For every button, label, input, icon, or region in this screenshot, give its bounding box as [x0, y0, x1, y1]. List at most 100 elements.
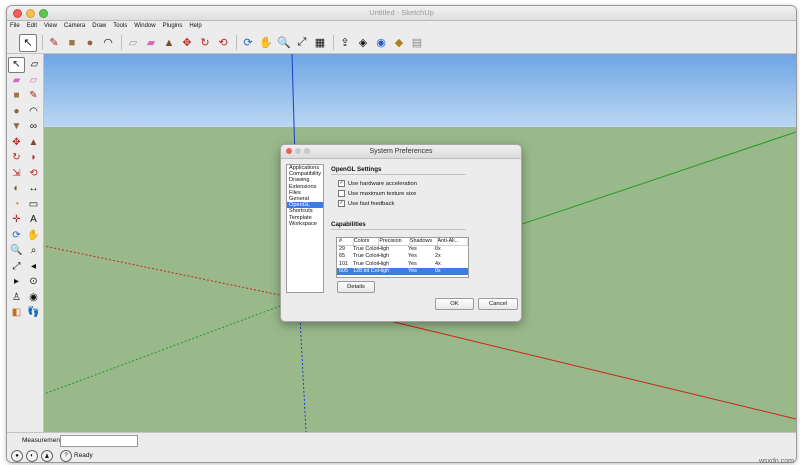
cancel-button[interactable]: Cancel — [478, 298, 518, 310]
pencil-icon[interactable]: ✎ — [46, 35, 62, 51]
table-cell: 29 — [339, 246, 345, 253]
tape-measure-icon[interactable]: ◐ — [9, 182, 24, 196]
paint-icon[interactable]: ▱ — [26, 73, 41, 87]
column-header[interactable]: Colors — [354, 238, 380, 246]
menu-draw[interactable]: Draw — [92, 21, 106, 31]
table-row[interactable]: 65 True Color High Yes 2x — [337, 253, 468, 260]
walk-icon[interactable]: ♙ — [9, 290, 24, 304]
column-header[interactable]: Precision — [379, 238, 410, 246]
menu-plugins[interactable]: Plugins — [163, 21, 183, 31]
zoom-extents-icon[interactable]: ⤢ — [294, 35, 310, 51]
circle-icon[interactable]: ● — [9, 104, 24, 118]
zoom-window-button[interactable] — [39, 9, 48, 18]
zoom-icon[interactable]: 🔍 — [276, 35, 292, 51]
arc-icon[interactable]: ◠ — [100, 35, 116, 51]
extension-warehouse-icon[interactable]: ◉ — [373, 35, 389, 51]
geo-location-icon[interactable]: ● — [11, 450, 23, 462]
offset-icon[interactable]: ⟲ — [26, 166, 41, 180]
max-texture-size-option[interactable]: Use maximum texture size — [338, 190, 416, 197]
axes-icon[interactable]: ✛ — [9, 213, 24, 227]
look-around-icon[interactable]: ◉ — [26, 290, 41, 304]
pan-icon[interactable]: ✋ — [258, 35, 274, 51]
measurements-label: Measurements — [22, 437, 65, 444]
menu-tools[interactable]: Tools — [113, 21, 127, 31]
push-pull-icon[interactable]: ▲ — [26, 135, 41, 149]
column-header[interactable]: Anti-Ali... — [438, 238, 469, 246]
section-plane-icon[interactable]: ◧ — [9, 306, 24, 320]
column-header[interactable]: # — [337, 238, 354, 246]
styles-icon[interactable]: ◆ — [391, 35, 407, 51]
offset-icon[interactable]: ⟲ — [215, 35, 231, 51]
hardware-acceleration-checkbox[interactable]: ✓ — [338, 180, 345, 187]
details-button[interactable]: Details — [337, 281, 375, 293]
select-icon[interactable]: ↖ — [19, 33, 37, 52]
measurements-input[interactable] — [60, 435, 138, 447]
freehand-icon[interactable]: ∞ — [26, 120, 41, 134]
dialog-zoom-button[interactable] — [304, 148, 310, 154]
previous-view-icon[interactable]: ◂ — [26, 259, 41, 273]
dialog-minimize-button[interactable] — [295, 148, 301, 154]
dimension-icon[interactable]: ↔ — [26, 182, 41, 196]
orbit-icon[interactable]: ⟳ — [9, 228, 24, 242]
menu-camera[interactable]: Camera — [64, 21, 85, 31]
credits-icon[interactable]: ◐ — [26, 450, 38, 462]
max-texture-size-checkbox[interactable] — [338, 190, 345, 197]
circle-icon[interactable]: ● — [82, 35, 98, 51]
menu-view[interactable]: View — [44, 21, 57, 31]
table-row-selected[interactable]: 605 128 bit Col High Yes 0x — [337, 267, 468, 275]
eraser-icon[interactable]: ▰ — [9, 73, 24, 87]
component-icon[interactable]: ▱ — [27, 58, 42, 72]
share-model-icon[interactable]: ⇪ — [337, 35, 353, 51]
position-camera-icon[interactable]: ⊙ — [26, 275, 41, 289]
rotate-icon[interactable]: ↻ — [197, 35, 213, 51]
help-icon[interactable]: ? — [60, 450, 72, 462]
minimize-window-button[interactable] — [26, 9, 35, 18]
polygon-icon[interactable]: ▼ — [9, 120, 24, 134]
zoom-extents-icon[interactable]: ⤢ — [9, 259, 24, 273]
pan-icon[interactable]: ✋ — [26, 228, 41, 242]
select-icon[interactable]: ↖ — [8, 56, 25, 73]
rectangle-icon[interactable]: ■ — [9, 89, 24, 103]
paint-bucket-icon[interactable]: ▰ — [143, 35, 159, 51]
menu-edit[interactable]: Edit — [27, 21, 37, 31]
hardware-acceleration-option[interactable]: ✓ Use hardware acceleration — [338, 180, 417, 187]
rectangle-icon[interactable]: ■ — [64, 35, 80, 51]
table-cell: High — [378, 246, 390, 253]
category-workspace[interactable]: Workspace — [287, 221, 323, 227]
close-window-button[interactable] — [13, 9, 22, 18]
scale-icon[interactable]: ⇲ — [9, 166, 24, 180]
table-cell: True Color — [353, 253, 378, 260]
menu-window[interactable]: Window — [134, 21, 155, 31]
footprint-icon[interactable]: 👣 — [26, 306, 41, 320]
menu-help[interactable]: Help — [189, 21, 201, 31]
table-row[interactable]: 101 True Color High Yes 4x — [337, 261, 468, 268]
protractor-icon[interactable]: ◔ — [9, 197, 24, 211]
move-icon[interactable]: ✥ — [179, 35, 195, 51]
3d-text-icon[interactable]: A — [26, 213, 41, 227]
section-divider — [331, 229, 466, 230]
eraser-icon[interactable]: ▱ — [125, 35, 141, 51]
orbit-icon[interactable]: ⟳ — [240, 35, 256, 51]
get-models-icon[interactable]: ▦ — [312, 35, 328, 51]
rotate-icon[interactable]: ↻ — [9, 151, 24, 165]
fast-feedback-checkbox[interactable]: ✓ — [338, 200, 345, 207]
push-pull-icon[interactable]: ▲ — [161, 35, 177, 51]
dialog-title-bar: System Preferences — [281, 145, 521, 159]
zoom-window-icon[interactable]: ⌕ — [26, 244, 41, 258]
text-icon[interactable]: ▭ — [26, 197, 41, 211]
zoom-icon[interactable]: 🔍 — [9, 244, 24, 258]
table-row[interactable]: 29 True Color High Yes 0x — [337, 246, 468, 253]
menu-file[interactable]: File — [10, 21, 20, 31]
layers-icon[interactable]: ▤ — [409, 35, 425, 51]
arc-icon[interactable]: ◠ — [26, 104, 41, 118]
next-view-icon[interactable]: ▸ — [9, 275, 24, 289]
line-icon[interactable]: ✎ — [26, 89, 41, 103]
move-icon[interactable]: ✥ — [9, 135, 24, 149]
dialog-close-button[interactable] — [286, 148, 292, 154]
get-components-icon[interactable]: ◈ — [355, 35, 371, 51]
fast-feedback-option[interactable]: ✓ Use fast feedback — [338, 200, 394, 207]
user-icon[interactable]: ♟ — [41, 450, 53, 462]
column-header[interactable]: Shadows — [410, 238, 438, 246]
ok-button[interactable]: OK — [435, 298, 474, 310]
follow-me-icon[interactable]: ◗ — [26, 151, 41, 165]
